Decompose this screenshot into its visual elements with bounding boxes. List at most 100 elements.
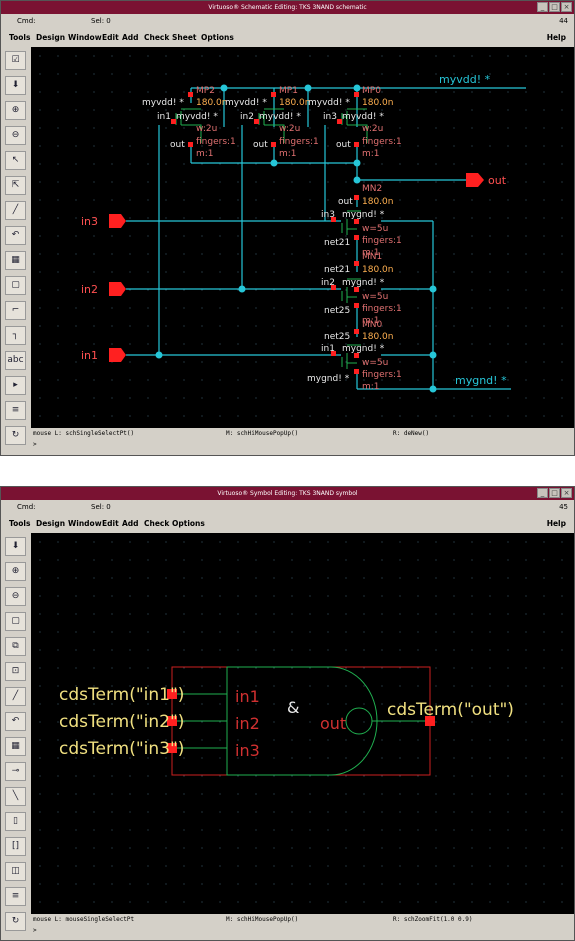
line-icon[interactable]: ╲ [5, 787, 26, 806]
save-icon[interactable]: ⬇ [5, 537, 26, 556]
menu-edit[interactable]: Edit [102, 33, 119, 42]
close-button[interactable]: × [561, 2, 572, 12]
save-icon[interactable]: ⬇ [5, 76, 26, 95]
junction-dot [304, 84, 312, 92]
length-label: 180.0n [362, 98, 393, 108]
length-label: 180.0n [279, 98, 310, 108]
wire-wide-icon[interactable]: ┐ [5, 326, 26, 345]
wire-narrow-icon[interactable]: ⌐ [5, 301, 26, 320]
menu-edit[interactable]: Edit [102, 519, 119, 528]
prompt-symbol: > [33, 927, 37, 934]
pin-icon[interactable]: ▸ [5, 376, 26, 395]
label-icon[interactable]: [] [5, 837, 26, 856]
mult-label: m:1 [279, 149, 297, 159]
net25-label: net25 [324, 306, 350, 316]
menu-check[interactable]: Check [144, 33, 169, 42]
width-label: w:2u [362, 124, 383, 134]
command-prompt[interactable]: > [31, 927, 574, 936]
shape-icon[interactable]: ◫ [5, 862, 26, 881]
junction-dot [429, 385, 437, 393]
width-label: w=5u [362, 224, 388, 234]
menu-window[interactable]: Window [68, 519, 102, 528]
close-button[interactable]: × [561, 488, 572, 498]
cmd-options-icon[interactable]: ≡ [5, 401, 26, 420]
in2-label: in2 [240, 112, 254, 122]
zoom-out-icon[interactable]: ⊖ [5, 126, 26, 145]
maximize-button[interactable]: □ [549, 488, 560, 498]
move-icon[interactable]: ⊡ [5, 662, 26, 681]
symbol-window: Virtuoso® Symbol Editing: TKS 3NAND symb… [0, 486, 575, 941]
zoom-in-icon[interactable]: ⊕ [5, 562, 26, 581]
menu-options[interactable]: Options [172, 519, 205, 528]
menu-tools[interactable]: Tools [9, 519, 30, 528]
copy-icon[interactable]: ⧉ [5, 637, 26, 656]
cmd-options-icon[interactable]: ≡ [5, 887, 26, 906]
inst-name-mp0: MP0 [362, 86, 381, 96]
menu-add[interactable]: Add [122, 33, 139, 42]
menu-add[interactable]: Add [122, 519, 139, 528]
instance-icon[interactable]: ▢ [5, 276, 26, 295]
rectangle-icon[interactable]: ▯ [5, 812, 26, 831]
menu-tools[interactable]: Tools [9, 33, 30, 42]
copy-icon[interactable]: ⇱ [5, 176, 26, 195]
zoom-out-icon[interactable]: ⊖ [5, 587, 26, 606]
mygnd-label: mygnd! * [342, 278, 385, 288]
maximize-button[interactable]: □ [549, 2, 560, 12]
in3-label: in3 [321, 210, 335, 220]
junction-dot [155, 351, 163, 359]
menu-bar: Tools Design Window Edit Add Check Optio… [1, 515, 574, 532]
mult-label: m:1 [362, 382, 380, 392]
window-title: Virtuoso® Schematic Editing: TKS 3NAND s… [208, 4, 367, 11]
window-titlebar[interactable]: Virtuoso® Symbol Editing: TKS 3NAND symb… [1, 487, 574, 500]
out-pin[interactable] [466, 173, 484, 187]
in3-pin[interactable] [109, 214, 126, 228]
schematic-canvas[interactable]: in3 in2 in1 out myvdd! * mygnd! * MP2 18… [31, 47, 574, 428]
undo-icon[interactable]: ↶ [5, 226, 26, 245]
schematic-drawing: in3 in2 in1 out myvdd! * mygnd! * MP2 18… [81, 73, 526, 393]
net-label-myvdd: myvdd! * [439, 73, 491, 86]
menu-window[interactable]: Window [68, 33, 102, 42]
zoom-in-icon[interactable]: ⊕ [5, 101, 26, 120]
symbol-canvas[interactable]: cdsTerm("in1") cdsTerm("in2") cdsTerm("i… [31, 533, 574, 914]
minimize-button[interactable]: _ [537, 2, 548, 12]
inst-name-mp2: MP2 [196, 86, 215, 96]
out-label: out [338, 197, 353, 207]
terminal [354, 195, 359, 200]
stretch-icon[interactable]: ▢ [5, 612, 26, 631]
repeat-icon[interactable]: ↻ [5, 912, 26, 931]
repeat-icon[interactable]: ↻ [5, 426, 26, 445]
menu-options[interactable]: Options [201, 33, 234, 42]
terminal [271, 92, 276, 97]
menu-design[interactable]: Design [36, 519, 65, 528]
window-titlebar[interactable]: Virtuoso® Schematic Editing: TKS 3NAND s… [1, 1, 574, 14]
pin-name-in1: in1 [235, 687, 260, 706]
command-prompt[interactable]: > [31, 441, 574, 450]
menu-help[interactable]: Help [547, 33, 566, 42]
schematic-window: Virtuoso® Schematic Editing: TKS 3NAND s… [0, 0, 575, 456]
pin-label-in2: in2 [81, 283, 98, 296]
menu-help[interactable]: Help [547, 519, 566, 528]
cmd-label: Cmd: [17, 17, 36, 25]
pin-icon[interactable]: ⊸ [5, 762, 26, 781]
terminal [354, 235, 359, 240]
delete-icon[interactable]: ╱ [5, 201, 26, 220]
menu-sheet[interactable]: Sheet [172, 33, 197, 42]
mult-label: m:1 [196, 149, 214, 159]
property-icon[interactable]: ▦ [5, 737, 26, 756]
undo-icon[interactable]: ↶ [5, 712, 26, 731]
property-icon[interactable]: ▦ [5, 251, 26, 270]
menu-check[interactable]: Check [144, 519, 169, 528]
in1-pin[interactable] [109, 348, 126, 362]
net-label-mygnd: mygnd! * [455, 374, 507, 387]
command-counter: 45 [559, 503, 568, 511]
pin-name-out: out [320, 714, 346, 733]
in2-pin[interactable] [109, 282, 126, 296]
check-save-icon[interactable]: ☑ [5, 51, 26, 70]
minimize-button[interactable]: _ [537, 488, 548, 498]
stretch-icon[interactable]: ↖ [5, 151, 26, 170]
command-row: Cmd: Sel: 0 45 [1, 500, 574, 514]
in1-label: in1 [157, 112, 171, 122]
delete-icon[interactable]: ╱ [5, 687, 26, 706]
label-icon[interactable]: abc [5, 351, 26, 370]
menu-design[interactable]: Design [36, 33, 65, 42]
